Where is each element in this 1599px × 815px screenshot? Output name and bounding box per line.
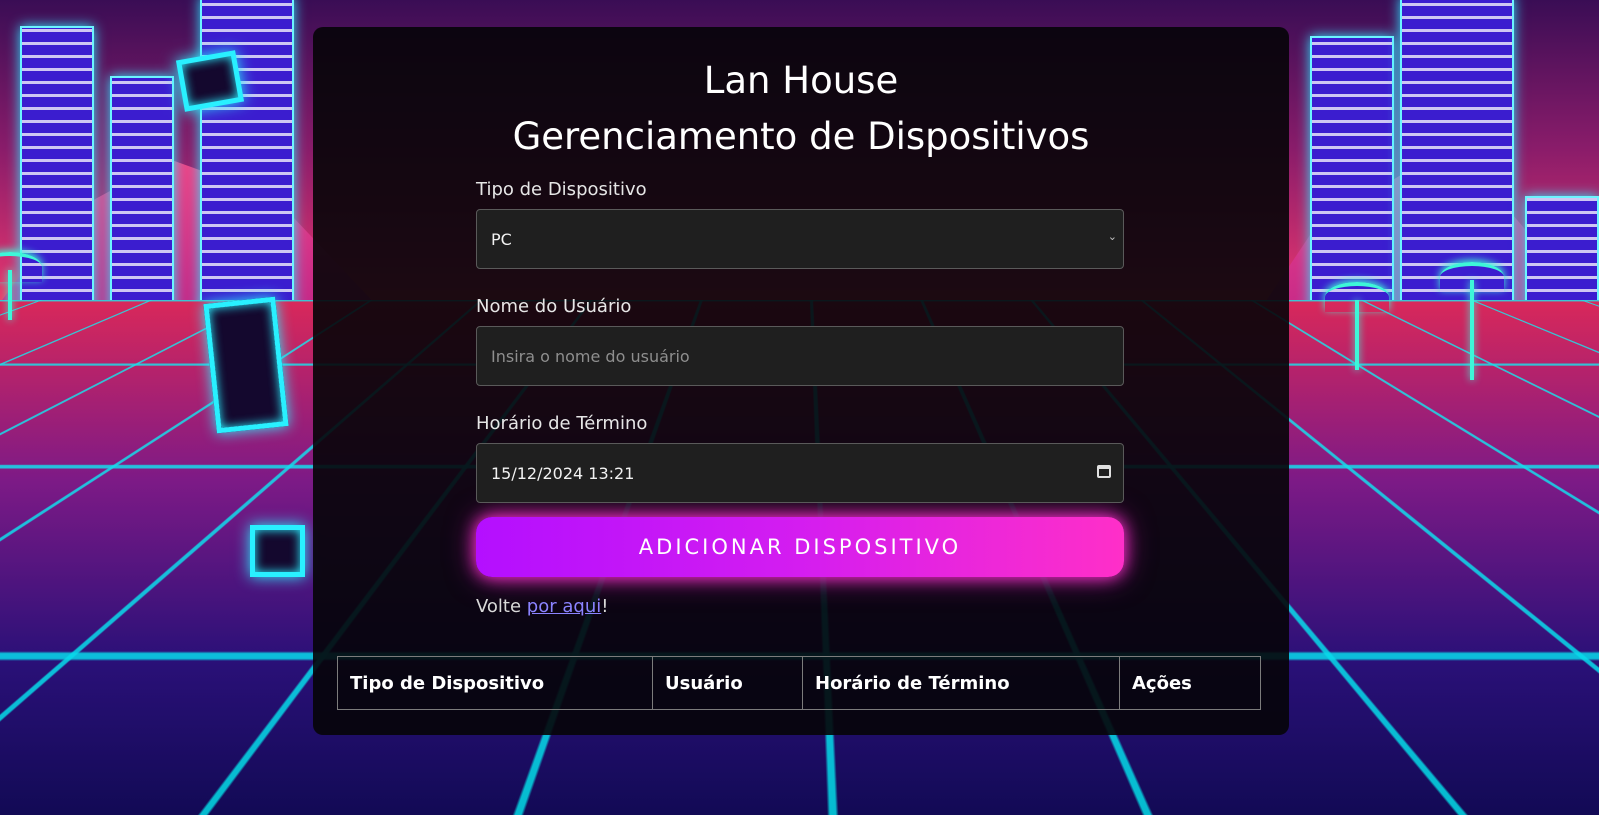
palm-tree-icon bbox=[1440, 262, 1504, 380]
end-time-input[interactable]: 15/12/2024 13:21 bbox=[476, 443, 1124, 503]
device-type-select[interactable]: PC ⌄ bbox=[476, 209, 1124, 269]
neon-block bbox=[203, 296, 289, 434]
device-type-selected-value: PC bbox=[491, 229, 512, 249]
user-name-placeholder: Insira o nome do usuário bbox=[491, 346, 690, 366]
user-name-input[interactable]: Insira o nome do usuário bbox=[476, 326, 1124, 386]
table-header-row: Tipo de Dispositivo Usuário Horário de T… bbox=[337, 656, 1261, 710]
back-prefix: Volte bbox=[476, 596, 527, 617]
neon-block bbox=[175, 50, 245, 112]
neon-block bbox=[250, 525, 305, 577]
devices-table: Tipo de Dispositivo Usuário Horário de T… bbox=[337, 656, 1261, 710]
column-header-user: Usuário bbox=[652, 656, 803, 710]
column-header-actions: Ações bbox=[1119, 656, 1261, 710]
palm-tree-icon bbox=[1325, 282, 1389, 370]
column-header-device-type: Tipo de Dispositivo bbox=[337, 656, 653, 710]
app-title: Lan House bbox=[703, 59, 899, 102]
add-device-form: Tipo de Dispositivo PC ⌄ Nome do Usuário… bbox=[476, 179, 1124, 617]
back-link[interactable]: por aqui bbox=[527, 596, 601, 617]
end-time-value: 15/12/2024 13:21 bbox=[491, 463, 635, 483]
column-header-end-time: Horário de Término bbox=[802, 656, 1120, 710]
background-building bbox=[200, 0, 294, 330]
background-building bbox=[20, 26, 94, 330]
add-device-button[interactable]: ADICIONAR DISPOSITIVO bbox=[476, 517, 1124, 577]
device-type-label: Tipo de Dispositivo bbox=[476, 179, 647, 200]
device-management-panel: Lan House Gerenciamento de Dispositivos … bbox=[313, 27, 1289, 735]
calendar-icon[interactable] bbox=[1097, 465, 1111, 478]
palm-tree-icon bbox=[0, 252, 42, 320]
back-link-line: Volte por aqui! bbox=[476, 596, 1124, 617]
user-name-label: Nome do Usuário bbox=[476, 296, 632, 317]
page-title: Gerenciamento de Dispositivos bbox=[512, 115, 1090, 158]
back-suffix: ! bbox=[601, 596, 609, 617]
chevron-down-icon: ⌄ bbox=[1107, 230, 1117, 243]
background-building bbox=[110, 76, 174, 330]
end-time-label: Horário de Término bbox=[476, 413, 648, 434]
